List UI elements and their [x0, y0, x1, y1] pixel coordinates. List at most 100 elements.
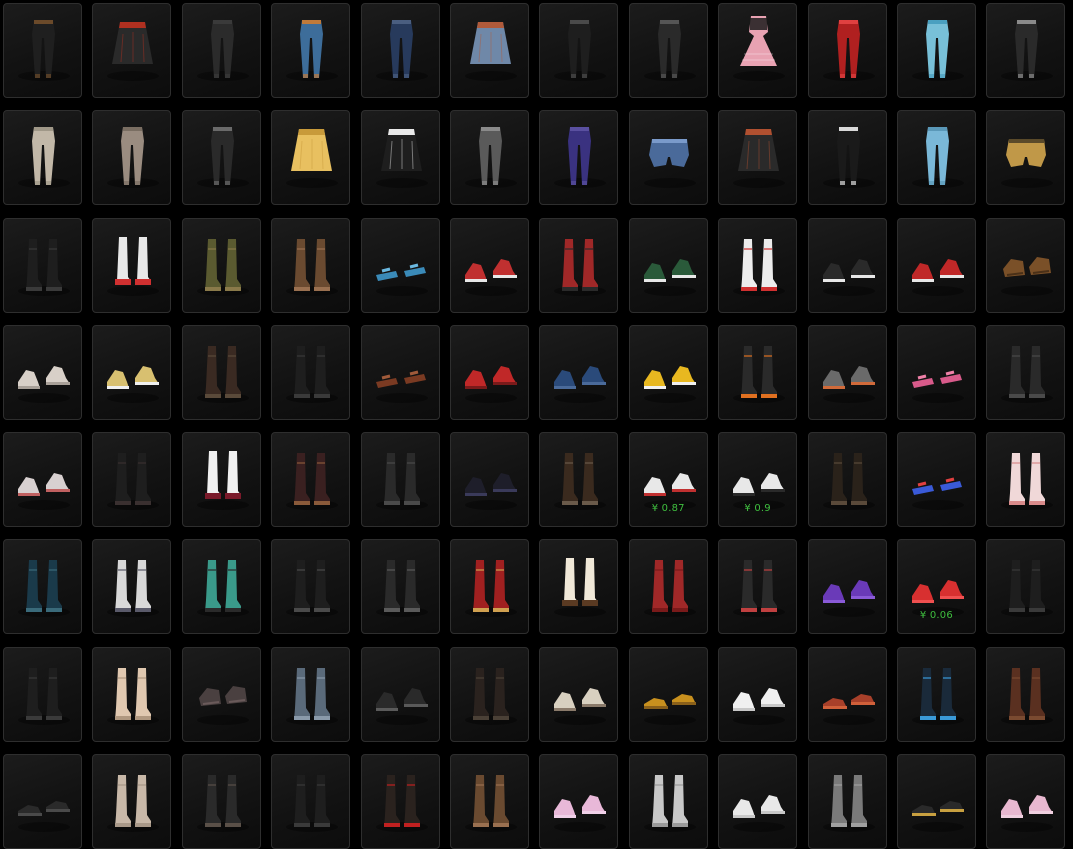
item-slot[interactable]	[92, 3, 172, 98]
item-slot[interactable]: ¥ 0.06	[896, 539, 976, 635]
item-slot[interactable]	[181, 754, 261, 849]
item-slot[interactable]	[986, 3, 1066, 98]
item-slot[interactable]	[986, 217, 1066, 313]
item-slot[interactable]	[539, 324, 619, 420]
item-slot[interactable]	[896, 432, 976, 528]
item-slot[interactable]	[271, 646, 351, 742]
item-slot[interactable]	[360, 646, 440, 742]
item-slot[interactable]	[449, 3, 529, 98]
item-slot[interactable]	[181, 110, 261, 206]
item-slot[interactable]	[896, 110, 976, 206]
item-slot[interactable]	[181, 3, 261, 98]
item-slot[interactable]	[896, 754, 976, 849]
item-slot[interactable]	[181, 646, 261, 742]
item-slot[interactable]	[3, 754, 82, 849]
item-slot[interactable]	[807, 432, 887, 528]
item-slot[interactable]	[181, 539, 261, 635]
item-slot[interactable]	[271, 3, 351, 98]
item-slot[interactable]: ¥ 0.9	[718, 432, 798, 528]
item-slot[interactable]	[449, 324, 529, 420]
item-slot[interactable]: ¥ 0.87	[628, 432, 708, 528]
sneakers-icon	[464, 473, 517, 511]
item-slot[interactable]	[718, 754, 798, 849]
item-slot[interactable]	[271, 110, 351, 206]
item-slot[interactable]	[92, 754, 172, 849]
item-slot[interactable]	[92, 539, 172, 635]
item-slot[interactable]	[360, 539, 440, 635]
item-slot[interactable]	[271, 754, 351, 849]
item-slot[interactable]	[718, 324, 798, 420]
item-slot[interactable]	[271, 432, 351, 528]
item-slot[interactable]	[449, 217, 529, 313]
item-slot[interactable]	[628, 3, 708, 98]
pants-icon	[1001, 20, 1054, 81]
item-slot[interactable]	[718, 3, 798, 98]
sneakers-icon	[18, 365, 70, 403]
item-slot[interactable]	[360, 110, 440, 206]
item-slot[interactable]	[3, 646, 82, 742]
item-slot[interactable]	[92, 432, 172, 528]
item-slot[interactable]	[807, 110, 887, 206]
item-slot[interactable]	[896, 3, 976, 98]
item-slot[interactable]	[986, 754, 1066, 849]
item-slot[interactable]	[360, 754, 440, 849]
item-slot[interactable]	[628, 217, 708, 313]
item-slot[interactable]	[449, 646, 529, 742]
item-slot[interactable]	[449, 432, 529, 528]
item-slot[interactable]	[181, 432, 261, 528]
item-slot[interactable]	[628, 324, 708, 420]
item-slot[interactable]	[92, 646, 172, 742]
item-slot[interactable]	[718, 110, 798, 206]
item-slot[interactable]	[539, 646, 619, 742]
item-slot[interactable]	[360, 3, 440, 98]
item-slot[interactable]	[3, 539, 82, 635]
item-slot[interactable]	[92, 324, 172, 420]
item-slot[interactable]	[3, 324, 82, 420]
item-slot[interactable]	[807, 324, 887, 420]
item-slot[interactable]	[628, 754, 708, 849]
item-slot[interactable]	[718, 646, 798, 742]
item-slot[interactable]	[807, 646, 887, 742]
item-slot[interactable]	[449, 754, 529, 849]
item-slot[interactable]	[628, 110, 708, 206]
item-slot[interactable]	[539, 432, 619, 528]
item-slot[interactable]	[271, 324, 351, 420]
item-slot[interactable]	[449, 539, 529, 635]
item-slot[interactable]	[539, 754, 619, 849]
item-slot[interactable]	[986, 110, 1066, 206]
item-slot[interactable]	[539, 110, 619, 206]
item-slot[interactable]	[271, 539, 351, 635]
item-slot[interactable]	[181, 217, 261, 313]
item-slot[interactable]	[807, 217, 887, 313]
item-slot[interactable]	[3, 110, 82, 206]
item-slot[interactable]	[986, 646, 1066, 742]
item-slot[interactable]	[628, 646, 708, 742]
item-slot[interactable]	[986, 432, 1066, 528]
item-slot[interactable]	[360, 217, 440, 313]
item-slot[interactable]	[807, 3, 887, 98]
item-slot[interactable]	[896, 324, 976, 420]
item-slot[interactable]	[360, 324, 440, 420]
item-slot[interactable]	[3, 217, 82, 313]
item-slot[interactable]	[718, 539, 798, 635]
item-slot[interactable]	[92, 110, 172, 206]
item-slot[interactable]	[539, 217, 619, 313]
item-slot[interactable]	[3, 3, 82, 98]
item-slot[interactable]	[449, 110, 529, 206]
item-slot[interactable]	[807, 754, 887, 849]
item-slot[interactable]	[807, 539, 887, 635]
item-slot[interactable]	[628, 539, 708, 635]
item-slot[interactable]	[539, 539, 619, 635]
item-slot[interactable]	[896, 646, 976, 742]
item-slot[interactable]	[539, 3, 619, 98]
item-slot[interactable]	[271, 217, 351, 313]
item-slot[interactable]	[986, 539, 1066, 635]
item-slot[interactable]	[360, 432, 440, 528]
item-slot[interactable]	[181, 324, 261, 420]
item-slot[interactable]	[92, 217, 172, 313]
item-slot[interactable]	[986, 324, 1066, 420]
item-slot[interactable]	[896, 217, 976, 313]
sneakers-icon	[733, 795, 786, 833]
item-slot[interactable]	[718, 217, 798, 313]
item-slot[interactable]	[3, 432, 82, 528]
